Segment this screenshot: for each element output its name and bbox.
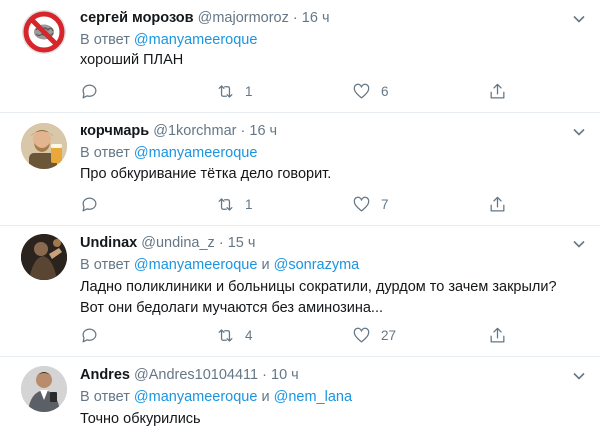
tweet[interactable]: Andres @Andres10104411 · 10 ч В ответ @m… bbox=[0, 357, 600, 432]
timestamp[interactable]: 10 ч bbox=[271, 367, 299, 383]
share-icon bbox=[490, 327, 505, 342]
like-count: 6 bbox=[381, 83, 389, 99]
tweet-actions: 1 7 bbox=[80, 193, 520, 215]
reply-prefix: В ответ bbox=[80, 145, 130, 161]
no-brain-sign-icon bbox=[22, 10, 66, 54]
tweet[interactable]: сергей морозов @majormoroz · 16 ч В отве… bbox=[0, 0, 600, 113]
like-count: 7 bbox=[381, 196, 389, 212]
avatar[interactable] bbox=[21, 123, 67, 169]
separator-dot: · bbox=[218, 235, 224, 251]
retweet-icon bbox=[218, 197, 233, 211]
author-handle[interactable]: @majormoroz bbox=[198, 10, 289, 26]
like-button[interactable]: 27 bbox=[352, 324, 396, 346]
share-icon bbox=[490, 83, 505, 98]
chevron-down-icon[interactable] bbox=[572, 237, 586, 251]
tweet-text-line: Точно обкурились bbox=[80, 411, 201, 427]
tweet-text-line: хороший ПЛАН bbox=[80, 52, 184, 68]
reply-button[interactable] bbox=[80, 193, 109, 215]
tweet-header: Andres @Andres10104411 · 10 ч bbox=[80, 367, 299, 383]
tweet-text: хороший ПЛАН bbox=[80, 50, 183, 71]
reply-button[interactable] bbox=[80, 80, 109, 102]
reply-context: В ответ @manyameeroque bbox=[80, 32, 257, 48]
reply-prefix: В ответ bbox=[80, 32, 130, 48]
retweet-icon bbox=[218, 84, 233, 98]
like-button[interactable]: 7 bbox=[352, 193, 389, 215]
avatar[interactable] bbox=[21, 234, 67, 280]
tweet-header: корчмарь @1korchmar · 16 ч bbox=[80, 123, 277, 139]
mention-link[interactable]: @manyameeroque bbox=[134, 32, 258, 48]
mention-link[interactable]: @manyameeroque bbox=[134, 257, 258, 273]
mention-link[interactable]: @manyameeroque bbox=[134, 389, 258, 405]
author-name[interactable]: Undinax bbox=[80, 235, 137, 251]
avatar[interactable] bbox=[21, 366, 67, 412]
share-button[interactable] bbox=[488, 324, 507, 346]
mention-conjunction: и bbox=[261, 389, 270, 405]
reply-icon bbox=[82, 328, 97, 342]
man-with-beer-icon bbox=[21, 123, 67, 169]
tweet-header: Undinax @undina_z · 15 ч bbox=[80, 235, 255, 251]
dark-photo-icon bbox=[21, 234, 67, 280]
reply-prefix: В ответ bbox=[80, 257, 130, 273]
heart-icon bbox=[353, 327, 370, 342]
author-name[interactable]: Andres bbox=[80, 367, 130, 383]
tweet-actions: 1 6 bbox=[80, 80, 520, 102]
timestamp[interactable]: 15 ч bbox=[228, 235, 256, 251]
reply-icon bbox=[82, 84, 97, 98]
heart-icon bbox=[353, 196, 370, 211]
mention-link[interactable]: @sonrazyma bbox=[274, 257, 360, 273]
reply-context: В ответ @manyameeroque bbox=[80, 145, 257, 161]
retweet-count: 4 bbox=[245, 327, 253, 343]
retweet-count: 1 bbox=[245, 196, 253, 212]
mention-link[interactable]: @nem_lana bbox=[274, 389, 352, 405]
chevron-down-icon[interactable] bbox=[572, 125, 586, 139]
retweet-icon bbox=[218, 328, 233, 342]
mention-conjunction: и bbox=[261, 257, 270, 273]
author-name[interactable]: сергей морозов bbox=[80, 10, 194, 26]
author-handle[interactable]: @Andres10104411 bbox=[134, 367, 258, 383]
reply-context: В ответ @manyameeroque и @nem_lana bbox=[80, 389, 352, 405]
share-icon bbox=[490, 196, 505, 211]
reply-context: В ответ @manyameeroque и @sonrazyma bbox=[80, 257, 359, 273]
author-name[interactable]: корчмарь bbox=[80, 123, 149, 139]
timestamp[interactable]: 16 ч bbox=[302, 10, 330, 26]
chevron-down-icon[interactable] bbox=[572, 369, 586, 383]
tweet[interactable]: Undinax @undina_z · 15 ч В ответ @manyam… bbox=[0, 226, 600, 357]
share-button[interactable] bbox=[488, 193, 507, 215]
tweet[interactable]: корчмарь @1korchmar · 16 ч В ответ @many… bbox=[0, 113, 600, 226]
like-count: 27 bbox=[381, 327, 397, 343]
share-button[interactable] bbox=[488, 80, 507, 102]
tweet-header: сергей морозов @majormoroz · 16 ч bbox=[80, 10, 330, 26]
retweet-button[interactable]: 4 bbox=[216, 324, 253, 346]
man-in-suit-icon bbox=[21, 366, 67, 412]
tweet-text-line: Ладно поликлиники и больницы сократили, … bbox=[80, 279, 557, 295]
reply-prefix: В ответ bbox=[80, 389, 130, 405]
retweet-count: 1 bbox=[245, 83, 253, 99]
mention-link[interactable]: @manyameeroque bbox=[134, 145, 258, 161]
author-handle[interactable]: @1korchmar bbox=[153, 123, 236, 139]
tweet-text-line: Вот они бедолаги мучаются без аминозина.… bbox=[80, 300, 383, 316]
retweet-button[interactable]: 1 bbox=[216, 80, 253, 102]
retweet-button[interactable]: 1 bbox=[216, 193, 253, 215]
separator-dot: · bbox=[262, 367, 267, 383]
reply-icon bbox=[82, 197, 97, 211]
tweet-text: Ладно поликлиники и больницы сократили, … bbox=[80, 277, 557, 319]
tweet-text: Про обкуривание тётка дело говорит. bbox=[80, 164, 331, 185]
reply-button[interactable] bbox=[80, 324, 109, 346]
timestamp[interactable]: 16 ч bbox=[249, 123, 277, 139]
heart-icon bbox=[353, 83, 370, 98]
like-button[interactable]: 6 bbox=[352, 80, 389, 102]
tweet-text: Точно обкурились bbox=[80, 409, 201, 430]
separator-dot: · bbox=[292, 10, 298, 26]
tweet-text-line: Про обкуривание тётка дело говорит. bbox=[80, 166, 332, 182]
author-handle[interactable]: @undina_z bbox=[141, 235, 215, 251]
tweet-actions: 4 27 bbox=[80, 324, 520, 346]
separator-dot: · bbox=[240, 123, 246, 139]
chevron-down-icon[interactable] bbox=[572, 12, 586, 26]
avatar[interactable] bbox=[21, 9, 67, 55]
